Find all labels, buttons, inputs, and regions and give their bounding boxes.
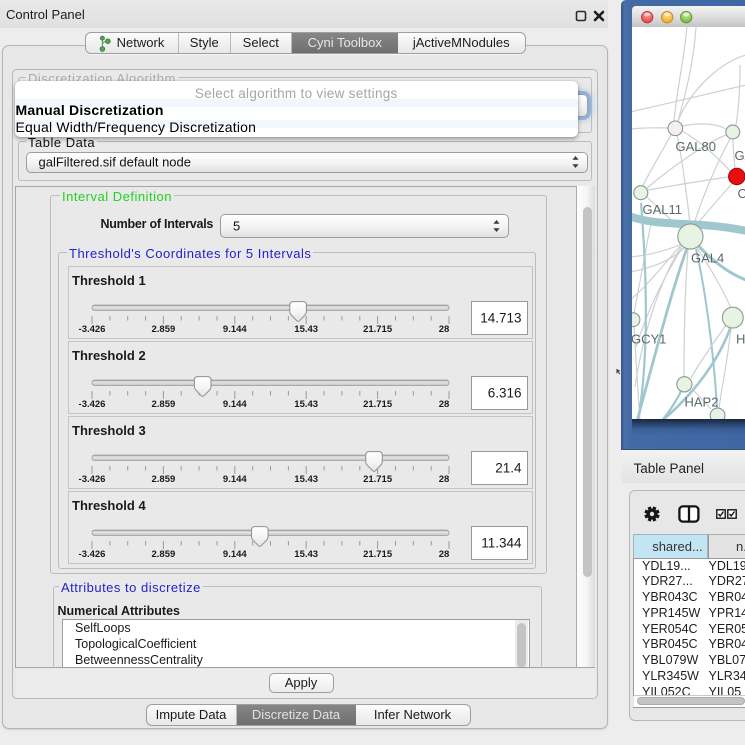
svg-text:GCY1: GCY1 — [632, 332, 666, 347]
svg-text:GA: GA — [735, 148, 745, 163]
svg-text:C: C — [738, 186, 745, 201]
svg-text:GAL4: GAL4 — [691, 251, 724, 266]
svg-text:H: H — [736, 332, 745, 347]
svg-text:GAL80: GAL80 — [676, 139, 716, 154]
svg-text:GAL11: GAL11 — [643, 202, 683, 217]
svg-text:HAP2: HAP2 — [685, 395, 719, 410]
